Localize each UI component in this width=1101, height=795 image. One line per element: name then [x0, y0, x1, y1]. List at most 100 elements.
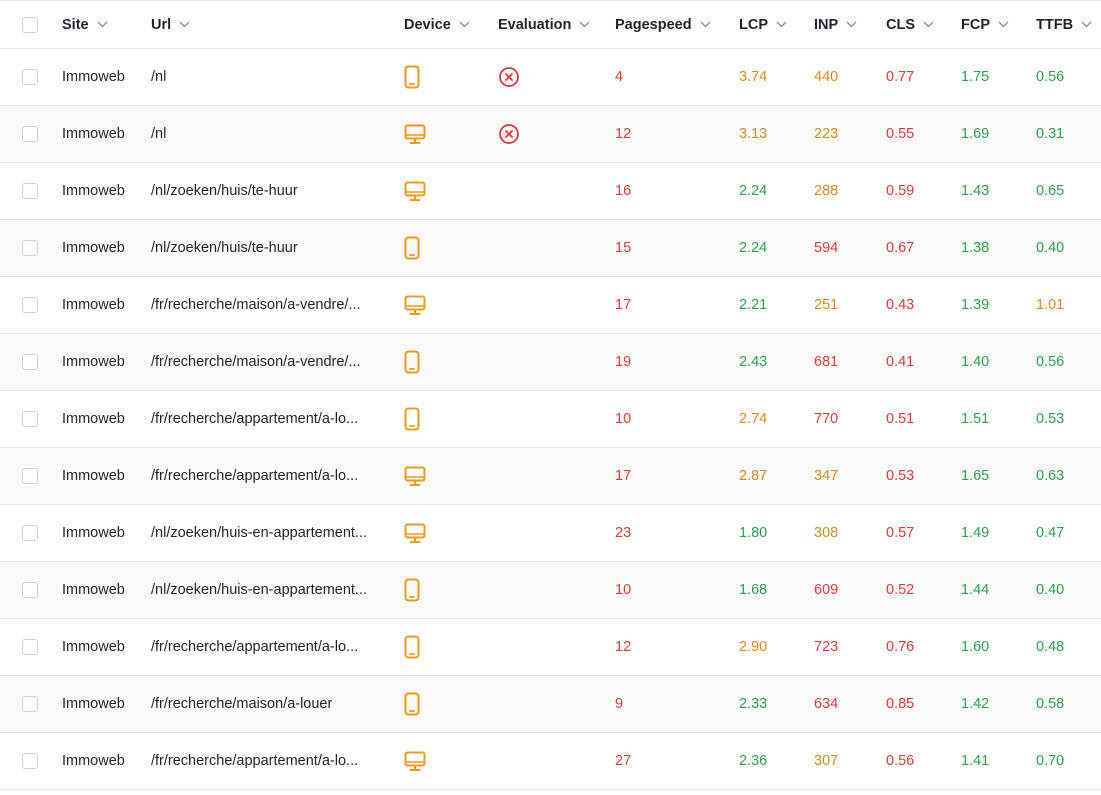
url-cell: /nl/zoeken/huis/te-huur	[151, 163, 386, 219]
header-ttfb-label: TTFB	[1036, 16, 1074, 33]
row-checkbox[interactable]	[22, 126, 38, 142]
table-row[interactable]: Immoweb/nl/zoeken/huis/te-huur 16 2.24 288 0…	[0, 163, 1101, 220]
ttfb-cell: 0.56	[1036, 334, 1064, 390]
device-cell	[404, 448, 426, 504]
lcp-cell: 2.74	[739, 391, 767, 447]
table-row[interactable]: Immoweb/fr/recherche/maison/a-louer 9 2.33…	[0, 676, 1101, 733]
ttfb-cell: 1.01	[1036, 277, 1064, 333]
fcp-value: 1.49	[961, 525, 990, 541]
inp-value: 770	[814, 411, 839, 427]
ttfb-value: 0.58	[1036, 696, 1065, 712]
mobile-phone-icon	[404, 692, 420, 716]
header-site[interactable]: Site	[62, 1, 108, 48]
fcp-value: 1.40	[961, 354, 990, 370]
table-row[interactable]: Immoweb/nl 12 3.13 223 0.55 1.69 0.31	[0, 106, 1101, 163]
row-checkbox[interactable]	[22, 69, 38, 85]
cls-value: 0.59	[886, 183, 915, 199]
url-cell: /nl/zoeken/huis/te-huur	[151, 220, 386, 276]
lcp-value: 2.24	[739, 240, 768, 256]
table-row[interactable]: Immoweb/fr/recherche/appartement/a-lo...…	[0, 733, 1101, 790]
row-checkbox[interactable]	[22, 582, 38, 598]
row-checkbox[interactable]	[22, 639, 38, 655]
header-device-label: Device	[404, 16, 451, 33]
table-row[interactable]: Immoweb/fr/recherche/appartement/a-lo...…	[0, 619, 1101, 676]
row-checkbox-cell	[22, 619, 38, 675]
row-checkbox[interactable]	[22, 525, 38, 541]
pagespeed-cell: 19	[615, 334, 631, 390]
row-checkbox[interactable]	[22, 411, 38, 427]
lcp-cell: 2.90	[739, 619, 767, 675]
select-all-checkbox[interactable]	[22, 16, 38, 33]
site-name: Immoweb	[62, 696, 125, 712]
table-row[interactable]: Immoweb/nl 4 3.74 440 0.77 1.75 0.56	[0, 49, 1101, 106]
lcp-cell: 2.87	[739, 448, 767, 504]
device-cell	[404, 106, 426, 162]
row-checkbox[interactable]	[22, 240, 38, 256]
row-checkbox[interactable]	[22, 297, 38, 313]
cls-value: 0.51	[886, 411, 915, 427]
header-url[interactable]: Url	[151, 1, 386, 48]
table-row[interactable]: Immoweb/fr/recherche/appartement/a-lo...…	[0, 391, 1101, 448]
inp-cell: 307	[814, 733, 838, 789]
header-lcp[interactable]: LCP	[739, 1, 787, 48]
pagespeed-value: 17	[615, 297, 632, 313]
site-name: Immoweb	[62, 582, 125, 598]
header-fcp[interactable]: FCP	[961, 1, 1009, 48]
table-row[interactable]: Immoweb/fr/recherche/maison/a-vendre/...…	[0, 277, 1101, 334]
inp-value: 609	[814, 582, 839, 598]
site-name: Immoweb	[62, 468, 125, 484]
chevron-down-icon	[776, 21, 787, 28]
site-cell: Immoweb	[62, 505, 125, 561]
lcp-cell: 3.13	[739, 106, 767, 162]
header-url-label: Url	[151, 16, 172, 33]
fcp-value: 1.42	[961, 696, 990, 712]
ttfb-value: 0.40	[1036, 240, 1065, 256]
row-checkbox[interactable]	[22, 183, 38, 199]
url-text: /nl/zoeken/huis-en-appartement...	[151, 582, 368, 598]
ttfb-cell: 0.40	[1036, 562, 1064, 618]
table-row[interactable]: Immoweb/fr/recherche/appartement/a-lo...…	[0, 448, 1101, 505]
url-text: /nl/zoeken/huis/te-huur	[151, 240, 298, 256]
pagespeed-value: 16	[615, 183, 632, 199]
cls-value: 0.41	[886, 354, 915, 370]
row-checkbox-cell	[22, 106, 38, 162]
table-row[interactable]: Immoweb/nl/zoeken/huis/te-huur 15 2.24 594 0…	[0, 220, 1101, 277]
inp-cell: 288	[814, 163, 838, 219]
cls-value: 0.85	[886, 696, 915, 712]
desktop-monitor-icon	[404, 523, 426, 544]
lcp-value: 2.87	[739, 468, 768, 484]
header-pagespeed[interactable]: Pagespeed	[615, 1, 711, 48]
header-inp[interactable]: INP	[814, 1, 857, 48]
cls-cell: 0.67	[886, 220, 914, 276]
header-fcp-label: FCP	[961, 16, 990, 33]
header-device[interactable]: Device	[404, 1, 470, 48]
cls-value: 0.76	[886, 639, 915, 655]
cls-value: 0.43	[886, 297, 915, 313]
row-checkbox[interactable]	[22, 753, 38, 769]
header-cls[interactable]: CLS	[886, 1, 934, 48]
pagespeed-cell: 17	[615, 277, 631, 333]
url-text: /fr/recherche/appartement/a-lo...	[151, 411, 359, 427]
chevron-down-icon	[1081, 21, 1092, 28]
cls-cell: 0.52	[886, 562, 914, 618]
header-evaluation[interactable]: Evaluation	[498, 1, 590, 48]
table-row[interactable]: Immoweb/nl/zoeken/huis-en-appartement...…	[0, 505, 1101, 562]
inp-value: 440	[814, 69, 839, 85]
pagespeed-value: 4	[615, 69, 624, 85]
cls-value: 0.67	[886, 240, 915, 256]
row-checkbox[interactable]	[22, 354, 38, 370]
table-row[interactable]: Immoweb/nl/zoeken/huis-en-appartement...…	[0, 562, 1101, 619]
lcp-cell: 1.68	[739, 562, 767, 618]
header-inp-label: INP	[814, 16, 839, 33]
site-cell: Immoweb	[62, 334, 125, 390]
url-cell: /fr/recherche/appartement/a-lo...	[151, 619, 386, 675]
row-checkbox[interactable]	[22, 696, 38, 712]
lcp-value: 3.74	[739, 69, 768, 85]
inp-cell: 770	[814, 391, 838, 447]
lcp-value: 2.21	[739, 297, 768, 313]
table-row[interactable]: Immoweb/fr/recherche/maison/a-vendre/...…	[0, 334, 1101, 391]
inp-cell: 251	[814, 277, 838, 333]
row-checkbox[interactable]	[22, 468, 38, 484]
pagespeed-cell: 12	[615, 619, 631, 675]
header-ttfb[interactable]: TTFB	[1036, 1, 1092, 48]
